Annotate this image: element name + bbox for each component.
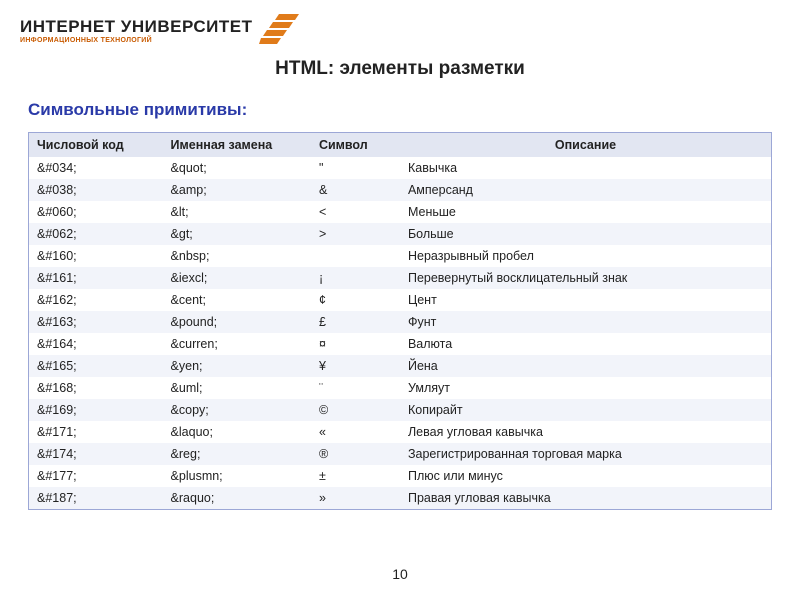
table-row: &#187;&raquo;»Правая угловая кавычка xyxy=(29,487,771,509)
table-cell: © xyxy=(311,399,400,421)
table-cell: &curren; xyxy=(163,333,311,355)
table-cell: &#060; xyxy=(29,201,163,223)
table-cell: Копирайт xyxy=(400,399,771,421)
table-cell: &#162; xyxy=(29,289,163,311)
col-header-code: Числовой код xyxy=(29,133,163,157)
table-cell: &nbsp; xyxy=(163,245,311,267)
table-row: &#169;&copy;©Копирайт xyxy=(29,399,771,421)
page-number: 10 xyxy=(0,566,800,582)
logo-main: ИНТЕРНЕТ УНИВЕРСИТЕТ xyxy=(20,17,253,37)
table-cell: &#160; xyxy=(29,245,163,267)
table-cell: &#164; xyxy=(29,333,163,355)
table-cell: &#174; xyxy=(29,443,163,465)
table-cell: ® xyxy=(311,443,400,465)
table-cell: < xyxy=(311,201,400,223)
table-row: &#165;&yen;¥Йена xyxy=(29,355,771,377)
table-header-row: Числовой код Именная замена Символ Описа… xyxy=(29,133,771,157)
table-cell: Цент xyxy=(400,289,771,311)
entities-table: Числовой код Именная замена Символ Описа… xyxy=(28,132,772,510)
table-row: &#160;&nbsp; Неразрывный пробел xyxy=(29,245,771,267)
table-cell: &#177; xyxy=(29,465,163,487)
table-cell: Плюс или минус xyxy=(400,465,771,487)
table-row: &#062;&gt;>Больше xyxy=(29,223,771,245)
table-row: &#168;&uml;¨Умляут xyxy=(29,377,771,399)
table-cell: Меньше xyxy=(400,201,771,223)
table-cell: &#163; xyxy=(29,311,163,333)
table-row: &#163;&pound;£Фунт xyxy=(29,311,771,333)
table-cell: Перевернутый восклицательный знак xyxy=(400,267,771,289)
table-cell: « xyxy=(311,421,400,443)
table-cell: ¨ xyxy=(311,377,400,399)
col-header-desc: Описание xyxy=(400,133,771,157)
table-cell: Левая угловая кавычка xyxy=(400,421,771,443)
table-cell: Умляут xyxy=(400,377,771,399)
table-cell: &copy; xyxy=(163,399,311,421)
table-cell: &yen; xyxy=(163,355,311,377)
table-cell: & xyxy=(311,179,400,201)
table-row: &#164;&curren;¤Валюта xyxy=(29,333,771,355)
table-cell: &quot; xyxy=(163,157,311,179)
slide-title: HTML: элементы разметки xyxy=(0,58,800,80)
table-cell: Больше xyxy=(400,223,771,245)
table-cell: Валюта xyxy=(400,333,771,355)
logo-text: ИНТЕРНЕТ УНИВЕРСИТЕТ ИНФОРМАЦИОННЫХ ТЕХН… xyxy=(20,17,253,44)
table-row: &#162;&cent;¢Цент xyxy=(29,289,771,311)
table-cell: &#038; xyxy=(29,179,163,201)
table-cell: &uml; xyxy=(163,377,311,399)
table-row: &#060;&lt;<Меньше xyxy=(29,201,771,223)
table-cell: &#062; xyxy=(29,223,163,245)
table-cell: &#171; xyxy=(29,421,163,443)
table-row: &#171;&laquo;«Левая угловая кавычка xyxy=(29,421,771,443)
table-cell: Неразрывный пробел xyxy=(400,245,771,267)
table-cell: &#187; xyxy=(29,487,163,509)
table-row: &#177;&plusmn;±Плюс или минус xyxy=(29,465,771,487)
logo-sub: ИНФОРМАЦИОННЫХ ТЕХНОЛОГИЙ xyxy=(20,37,253,44)
table-cell: &reg; xyxy=(163,443,311,465)
table-cell: &cent; xyxy=(163,289,311,311)
table-cell: ± xyxy=(311,465,400,487)
table-cell: &amp; xyxy=(163,179,311,201)
table-cell: &#169; xyxy=(29,399,163,421)
table-cell: &lt; xyxy=(163,201,311,223)
table-cell: &#161; xyxy=(29,267,163,289)
logo-icon xyxy=(259,10,299,50)
table-cell: Кавычка xyxy=(400,157,771,179)
table-cell: &iexcl; xyxy=(163,267,311,289)
table-cell: ¥ xyxy=(311,355,400,377)
section-title: Символьные примитивы: xyxy=(28,100,247,120)
table-cell: &#165; xyxy=(29,355,163,377)
table-cell: ¤ xyxy=(311,333,400,355)
table-cell: &raquo; xyxy=(163,487,311,509)
table-cell: &pound; xyxy=(163,311,311,333)
table-cell: Правая угловая кавычка xyxy=(400,487,771,509)
table-cell: £ xyxy=(311,311,400,333)
table-cell xyxy=(311,245,400,267)
table-cell: ¡ xyxy=(311,267,400,289)
table-cell: Амперсанд xyxy=(400,179,771,201)
table-cell: " xyxy=(311,157,400,179)
table-cell: ¢ xyxy=(311,289,400,311)
table-cell: Йена xyxy=(400,355,771,377)
table-cell: &laquo; xyxy=(163,421,311,443)
table-cell: &#168; xyxy=(29,377,163,399)
logo: ИНТЕРНЕТ УНИВЕРСИТЕТ ИНФОРМАЦИОННЫХ ТЕХН… xyxy=(20,10,299,50)
table-cell: &#034; xyxy=(29,157,163,179)
table-cell: » xyxy=(311,487,400,509)
table-row: &#161;&iexcl;¡Перевернутый восклицательн… xyxy=(29,267,771,289)
table-cell: Фунт xyxy=(400,311,771,333)
table-cell: &plusmn; xyxy=(163,465,311,487)
table-cell: &gt; xyxy=(163,223,311,245)
table-row: &#038;&amp;&Амперсанд xyxy=(29,179,771,201)
table-row: &#034;&quot;"Кавычка xyxy=(29,157,771,179)
table-row: &#174;&reg;®Зарегистрированная торговая … xyxy=(29,443,771,465)
col-header-symbol: Символ xyxy=(311,133,400,157)
col-header-name: Именная замена xyxy=(163,133,311,157)
table-cell: > xyxy=(311,223,400,245)
table-cell: Зарегистрированная торговая марка xyxy=(400,443,771,465)
